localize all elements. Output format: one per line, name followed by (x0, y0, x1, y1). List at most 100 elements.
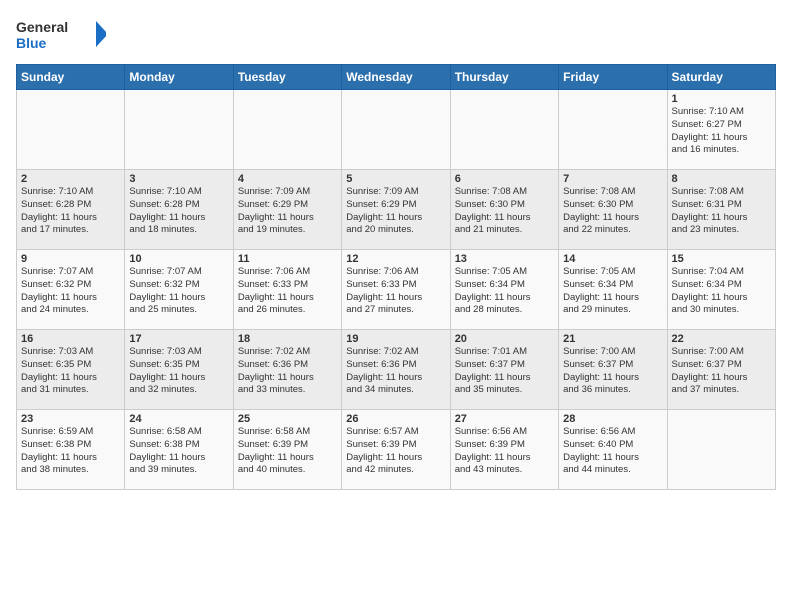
day-info: Sunrise: 7:10 AM Sunset: 6:28 PM Dayligh… (129, 186, 228, 237)
day-info: Sunrise: 6:58 AM Sunset: 6:39 PM Dayligh… (238, 426, 337, 477)
day-info: Sunrise: 6:59 AM Sunset: 6:38 PM Dayligh… (21, 426, 120, 477)
day-number: 24 (129, 413, 228, 425)
calendar-cell: 10Sunrise: 7:07 AM Sunset: 6:32 PM Dayli… (125, 250, 233, 330)
calendar-cell: 17Sunrise: 7:03 AM Sunset: 6:35 PM Dayli… (125, 330, 233, 410)
day-info: Sunrise: 7:03 AM Sunset: 6:35 PM Dayligh… (21, 346, 120, 397)
calendar-week-row: 9Sunrise: 7:07 AM Sunset: 6:32 PM Daylig… (17, 250, 776, 330)
weekday-header-wednesday: Wednesday (342, 65, 450, 90)
day-number: 26 (346, 413, 445, 425)
day-number: 7 (563, 173, 662, 185)
day-number: 1 (672, 93, 771, 105)
calendar-cell: 27Sunrise: 6:56 AM Sunset: 6:39 PM Dayli… (450, 410, 558, 490)
calendar-cell (559, 90, 667, 170)
day-number: 9 (21, 253, 120, 265)
day-info: Sunrise: 7:08 AM Sunset: 6:30 PM Dayligh… (563, 186, 662, 237)
day-info: Sunrise: 7:08 AM Sunset: 6:31 PM Dayligh… (672, 186, 771, 237)
day-number: 15 (672, 253, 771, 265)
calendar-cell: 7Sunrise: 7:08 AM Sunset: 6:30 PM Daylig… (559, 170, 667, 250)
day-number: 3 (129, 173, 228, 185)
calendar-cell: 24Sunrise: 6:58 AM Sunset: 6:38 PM Dayli… (125, 410, 233, 490)
calendar-cell: 20Sunrise: 7:01 AM Sunset: 6:37 PM Dayli… (450, 330, 558, 410)
day-number: 27 (455, 413, 554, 425)
day-info: Sunrise: 7:06 AM Sunset: 6:33 PM Dayligh… (238, 266, 337, 317)
day-number: 19 (346, 333, 445, 345)
day-number: 18 (238, 333, 337, 345)
calendar-cell: 18Sunrise: 7:02 AM Sunset: 6:36 PM Dayli… (233, 330, 341, 410)
svg-text:General: General (16, 19, 68, 35)
calendar-cell: 8Sunrise: 7:08 AM Sunset: 6:31 PM Daylig… (667, 170, 775, 250)
day-number: 25 (238, 413, 337, 425)
calendar-cell: 13Sunrise: 7:05 AM Sunset: 6:34 PM Dayli… (450, 250, 558, 330)
svg-text:Blue: Blue (16, 35, 47, 51)
day-info: Sunrise: 7:04 AM Sunset: 6:34 PM Dayligh… (672, 266, 771, 317)
day-number: 8 (672, 173, 771, 185)
calendar-cell: 14Sunrise: 7:05 AM Sunset: 6:34 PM Dayli… (559, 250, 667, 330)
day-number: 13 (455, 253, 554, 265)
day-info: Sunrise: 7:02 AM Sunset: 6:36 PM Dayligh… (238, 346, 337, 397)
logo: General Blue (16, 16, 106, 56)
day-number: 21 (563, 333, 662, 345)
day-info: Sunrise: 7:05 AM Sunset: 6:34 PM Dayligh… (563, 266, 662, 317)
day-number: 23 (21, 413, 120, 425)
page-header: General Blue (16, 16, 776, 56)
day-number: 14 (563, 253, 662, 265)
calendar-cell: 26Sunrise: 6:57 AM Sunset: 6:39 PM Dayli… (342, 410, 450, 490)
logo-icon: General Blue (16, 16, 106, 56)
day-info: Sunrise: 7:08 AM Sunset: 6:30 PM Dayligh… (455, 186, 554, 237)
calendar-cell: 25Sunrise: 6:58 AM Sunset: 6:39 PM Dayli… (233, 410, 341, 490)
calendar-cell: 21Sunrise: 7:00 AM Sunset: 6:37 PM Dayli… (559, 330, 667, 410)
calendar-week-row: 2 Sunrise: 7:10 AM Sunset: 6:28 PM Daylig… (17, 170, 776, 250)
day-number: 22 (672, 333, 771, 345)
day-info: Sunrise: 7:01 AM Sunset: 6:37 PM Dayligh… (455, 346, 554, 397)
calendar-cell: 2Sunrise: 7:10 AM Sunset: 6:28 PM Daylig… (17, 170, 125, 250)
day-info: Sunrise: 7:07 AM Sunset: 6:32 PM Dayligh… (129, 266, 228, 317)
day-number: 10 (129, 253, 228, 265)
weekday-header-friday: Friday (559, 65, 667, 90)
calendar-cell: 23Sunrise: 6:59 AM Sunset: 6:38 PM Dayli… (17, 410, 125, 490)
day-info: Sunrise: 7:07 AM Sunset: 6:32 PM Dayligh… (21, 266, 120, 317)
weekday-header-row: SundayMondayTuesdayWednesdayThursdayFrid… (17, 65, 776, 90)
day-number: 2 (21, 173, 120, 185)
day-info: Sunrise: 7:02 AM Sunset: 6:36 PM Dayligh… (346, 346, 445, 397)
day-info: Sunrise: 7:03 AM Sunset: 6:35 PM Dayligh… (129, 346, 228, 397)
calendar-cell (342, 90, 450, 170)
day-info: Sunrise: 6:56 AM Sunset: 6:40 PM Dayligh… (563, 426, 662, 477)
calendar-cell: 22Sunrise: 7:00 AM Sunset: 6:37 PM Dayli… (667, 330, 775, 410)
day-number: 11 (238, 253, 337, 265)
calendar-cell (667, 410, 775, 490)
day-info: Sunrise: 7:00 AM Sunset: 6:37 PM Dayligh… (563, 346, 662, 397)
calendar-cell (125, 90, 233, 170)
day-number: 20 (455, 333, 554, 345)
calendar-table: SundayMondayTuesdayWednesdayThursdayFrid… (16, 64, 776, 490)
weekday-header-monday: Monday (125, 65, 233, 90)
calendar-week-row: 16Sunrise: 7:03 AM Sunset: 6:35 PM Dayli… (17, 330, 776, 410)
calendar-cell: 9Sunrise: 7:07 AM Sunset: 6:32 PM Daylig… (17, 250, 125, 330)
day-info: Sunrise: 7:09 AM Sunset: 6:29 PM Dayligh… (346, 186, 445, 237)
day-info: Sunrise: 7:09 AM Sunset: 6:29 PM Dayligh… (238, 186, 337, 237)
calendar-cell: 5Sunrise: 7:09 AM Sunset: 6:29 PM Daylig… (342, 170, 450, 250)
calendar-cell: 16Sunrise: 7:03 AM Sunset: 6:35 PM Dayli… (17, 330, 125, 410)
calendar-cell: 6Sunrise: 7:08 AM Sunset: 6:30 PM Daylig… (450, 170, 558, 250)
day-number: 6 (455, 173, 554, 185)
calendar-cell (233, 90, 341, 170)
calendar-cell: 19Sunrise: 7:02 AM Sunset: 6:36 PM Dayli… (342, 330, 450, 410)
weekday-header-tuesday: Tuesday (233, 65, 341, 90)
day-info: Sunrise: 7:00 AM Sunset: 6:37 PM Dayligh… (672, 346, 771, 397)
calendar-cell (450, 90, 558, 170)
day-info: Sunrise: 6:57 AM Sunset: 6:39 PM Dayligh… (346, 426, 445, 477)
day-info: Sunrise: 6:58 AM Sunset: 6:38 PM Dayligh… (129, 426, 228, 477)
day-number: 17 (129, 333, 228, 345)
day-info: Sunrise: 7:10 AM Sunset: 6:27 PM Dayligh… (672, 106, 771, 157)
calendar-cell: 4Sunrise: 7:09 AM Sunset: 6:29 PM Daylig… (233, 170, 341, 250)
day-info: Sunrise: 7:05 AM Sunset: 6:34 PM Dayligh… (455, 266, 554, 317)
calendar-cell: 12Sunrise: 7:06 AM Sunset: 6:33 PM Dayli… (342, 250, 450, 330)
calendar-cell (17, 90, 125, 170)
calendar-cell: 3Sunrise: 7:10 AM Sunset: 6:28 PM Daylig… (125, 170, 233, 250)
calendar-week-row: 1Sunrise: 7:10 AM Sunset: 6:27 PM Daylig… (17, 90, 776, 170)
calendar-cell: 28Sunrise: 6:56 AM Sunset: 6:40 PM Dayli… (559, 410, 667, 490)
calendar-cell: 15Sunrise: 7:04 AM Sunset: 6:34 PM Dayli… (667, 250, 775, 330)
calendar-cell: 11Sunrise: 7:06 AM Sunset: 6:33 PM Dayli… (233, 250, 341, 330)
day-number: 28 (563, 413, 662, 425)
weekday-header-saturday: Saturday (667, 65, 775, 90)
day-number: 4 (238, 173, 337, 185)
